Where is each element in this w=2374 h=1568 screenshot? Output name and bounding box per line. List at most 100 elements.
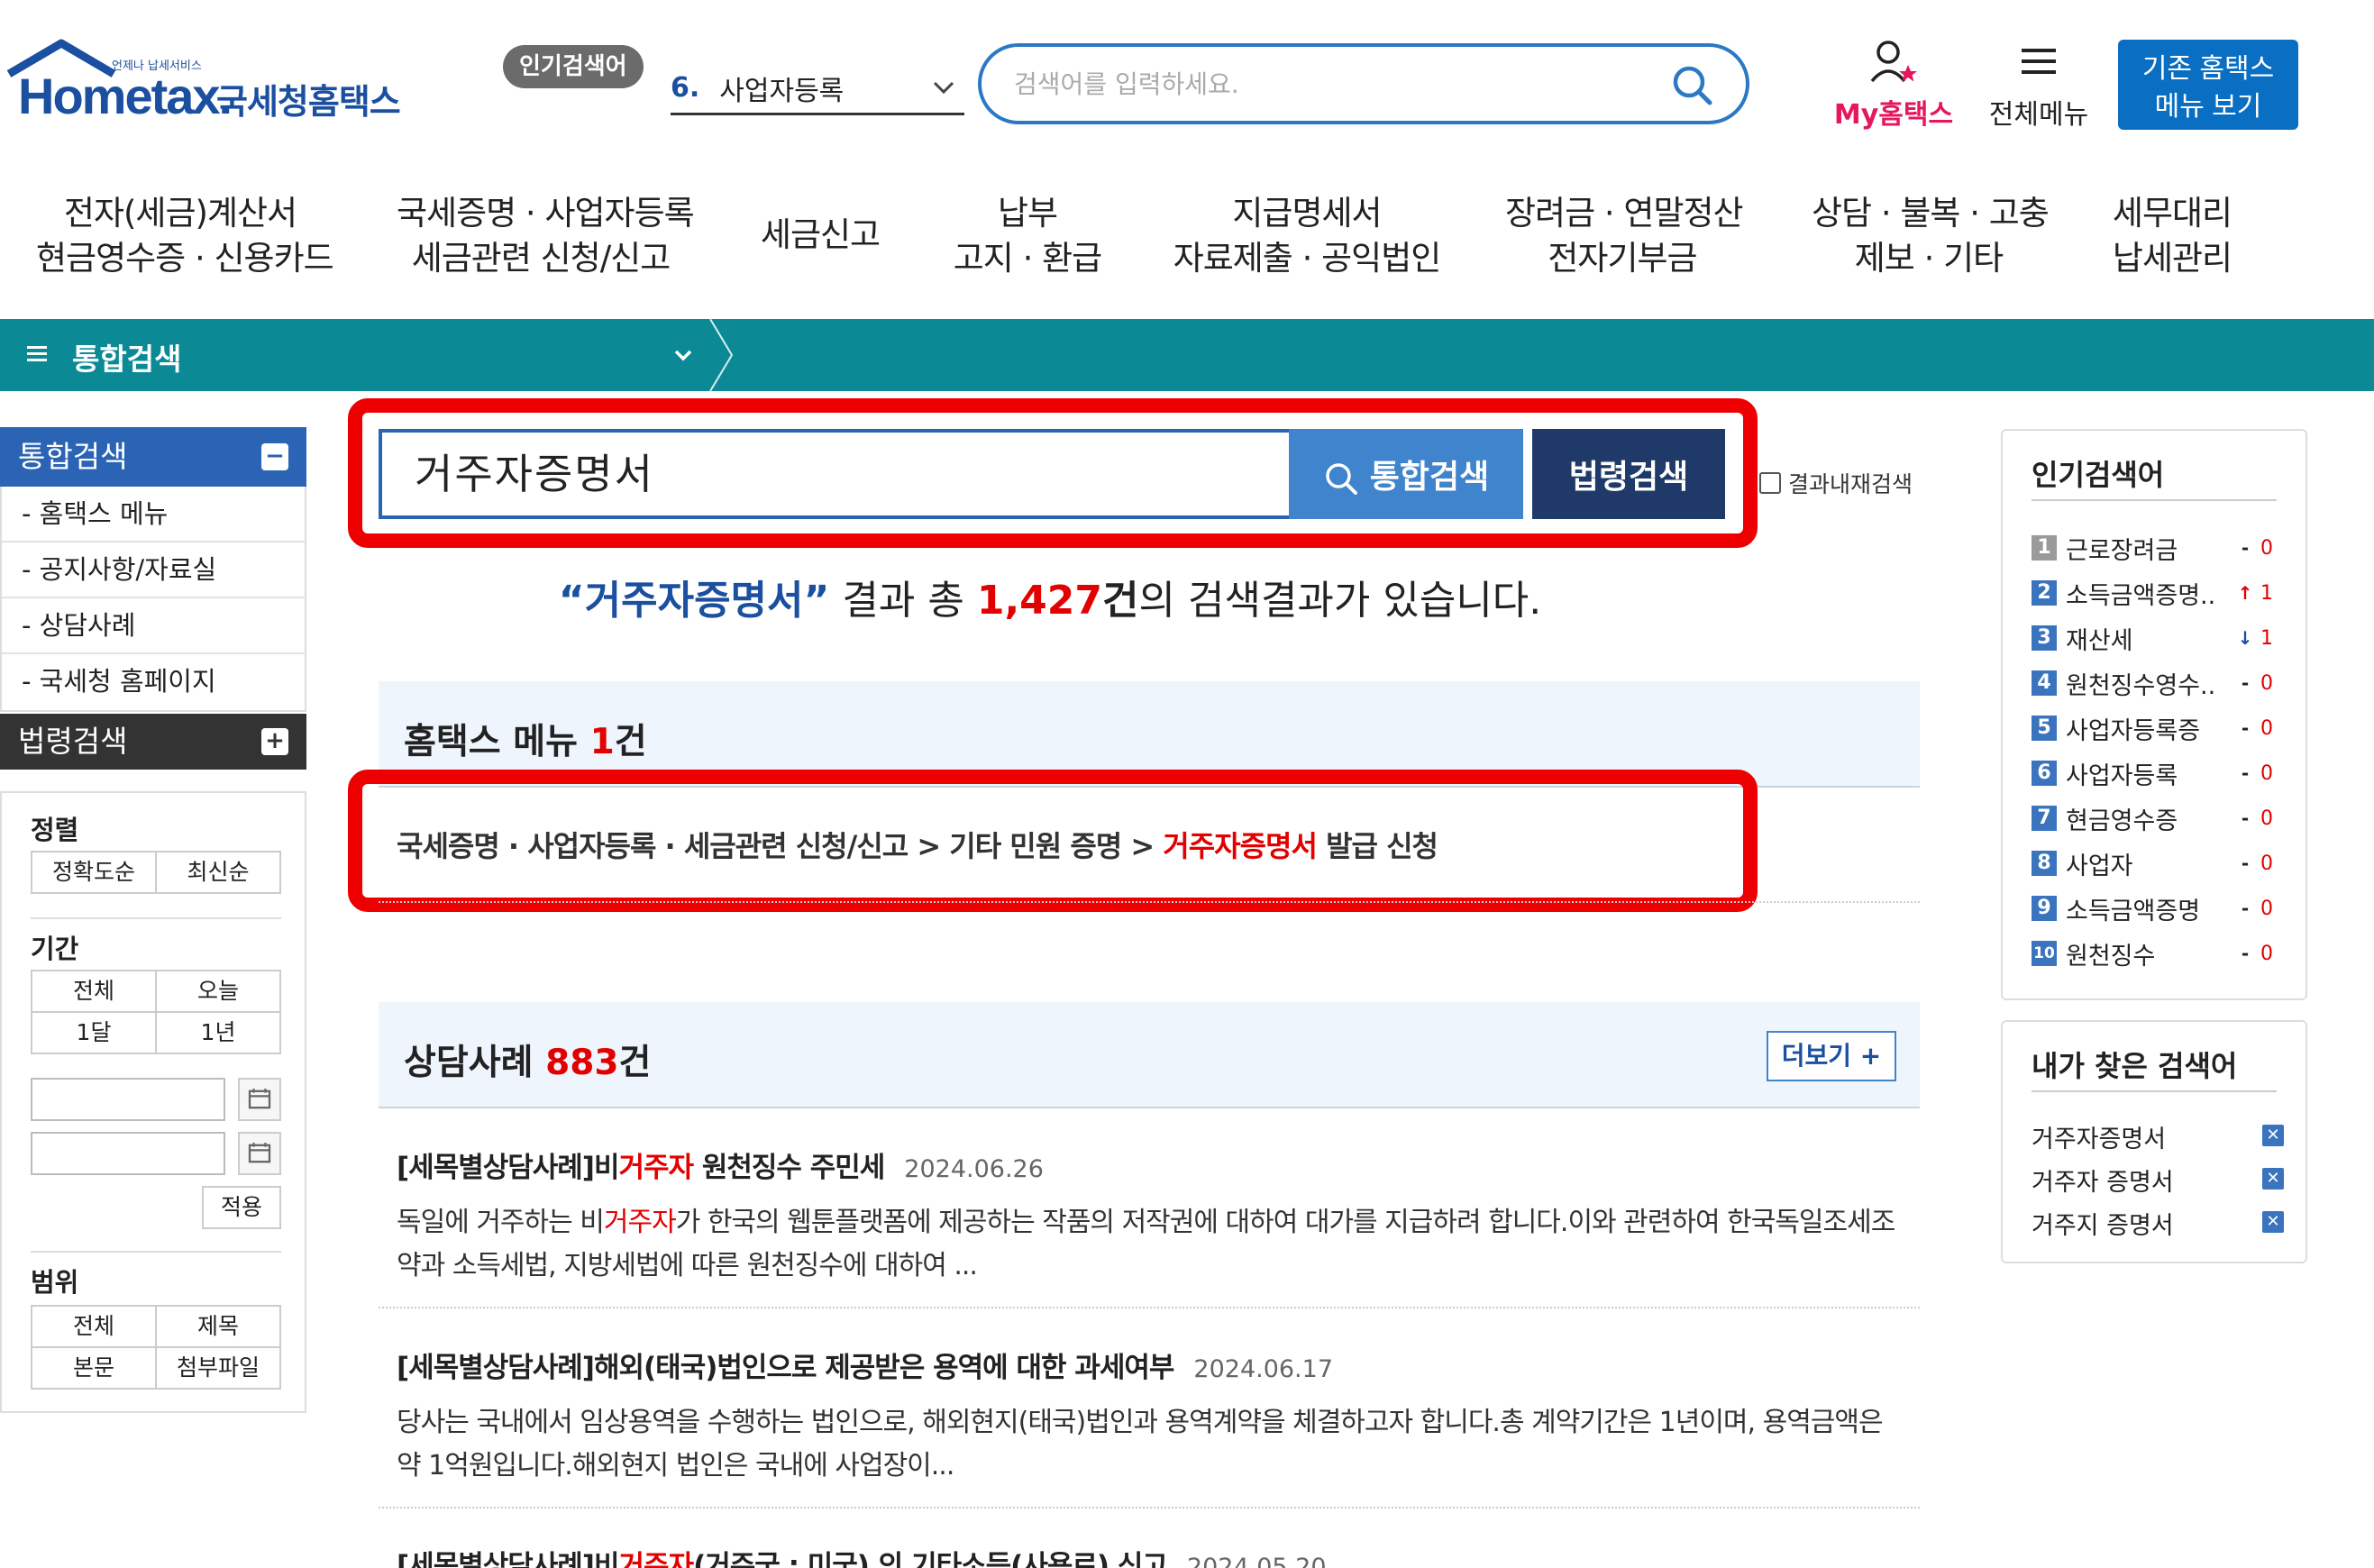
close-icon[interactable]: ✕: [2262, 1168, 2284, 1190]
case-title-text: [세목별상담사례]비: [397, 1550, 619, 1568]
nav-tax-agent[interactable]: 세무대리 납세관리: [2100, 191, 2244, 281]
popular-keyword-item[interactable]: 8 사업자 -0: [2032, 845, 2293, 881]
popular-keyword-text: 소득금액증명: [2066, 897, 2201, 925]
sidebar-integrated-search[interactable]: 통합검색 −: [0, 427, 306, 487]
sidebar-item-notice[interactable]: - 공지사항/자료실: [2, 542, 305, 598]
calendar-icon[interactable]: [238, 1078, 281, 1121]
sort-accuracy-button[interactable]: 정확도순: [31, 851, 157, 894]
chevron-down-icon[interactable]: [671, 342, 696, 368]
popular-keyword-item[interactable]: 6 사업자등록 -0: [2032, 755, 2293, 791]
all-menu-button[interactable]: 전체메뉴: [1976, 40, 2102, 132]
menu-icon[interactable]: [27, 344, 47, 364]
case-title-highlight: 거주자: [618, 1550, 695, 1568]
rank-number: 2: [2032, 580, 2057, 606]
integrated-search-button[interactable]: 통합검색: [1289, 429, 1523, 519]
menu-result-link[interactable]: 국세증명 · 사업자등록 · 세금관련 신청/신고 > 기타 민원 증명 > 거…: [397, 824, 1438, 865]
result-unit: 건: [1102, 578, 1139, 624]
popular-keyword-item[interactable]: 10 원천징수 -0: [2032, 935, 2293, 971]
popular-keywords-panel: 인기검색어 1 근로장려금 -0 2 소득금액증명.. ↑ 1 3 재산세 ↓ 1 4 원천징수영수..…: [2001, 429, 2307, 1000]
list-item[interactable]: 거주지 증명서 ✕: [2032, 1206, 2284, 1242]
case-title-link[interactable]: [세목별상담사례]비거주자 원천징수 주민세 2024.06.26: [379, 1144, 1920, 1185]
search-within-results-checkbox[interactable]: 결과내재검색: [1759, 467, 1913, 499]
main-search-input[interactable]: 거주자증명서: [379, 429, 1289, 519]
popular-search-select[interactable]: 6. 사업자등록: [671, 63, 964, 115]
nav-label-line1: 납부: [997, 194, 1058, 232]
popular-keyword-text: 사업자등록: [2066, 761, 2178, 790]
popular-keyword-item[interactable]: 2 소득금액증명.. ↑ 1: [2032, 575, 2293, 611]
case-title-link[interactable]: [세목별상담사례]비거주자(거주국 : 미국) 의 기타소득(사용료) 신고 20…: [379, 1543, 1920, 1568]
apply-button[interactable]: 적용: [202, 1186, 281, 1229]
old-menu-view-button[interactable]: 기존 홈택스 메뉴 보기: [2118, 40, 2298, 130]
calendar-icon[interactable]: [238, 1132, 281, 1175]
popular-keyword-item[interactable]: 7 현금영수증 -0: [2032, 800, 2293, 836]
breadcrumb-title[interactable]: 통합검색: [72, 335, 181, 378]
start-date-input[interactable]: [31, 1078, 225, 1121]
nav-incentive[interactable]: 장려금 · 연말정산 전자기부금: [1505, 191, 1744, 281]
sidebar-item-hometax-menu[interactable]: - 홈택스 메뉴: [2, 487, 305, 542]
popular-keyword-item[interactable]: 4 원천징수영수.. -0: [2032, 665, 2293, 701]
rank-number: 3: [2032, 625, 2057, 651]
close-icon[interactable]: ✕: [2262, 1211, 2284, 1233]
case-date: 2024.06.26: [904, 1155, 1044, 1183]
case-body-highlight: 거주자: [603, 1207, 677, 1238]
divider: [31, 1251, 281, 1253]
rank-change: 0: [2260, 852, 2273, 875]
sidebar-section-label: 통합검색: [18, 439, 128, 474]
list-item[interactable]: 거주자 증명서 ✕: [2032, 1162, 2284, 1199]
period-all-button[interactable]: 전체: [31, 970, 157, 1013]
sidebar-item-nts-homepage[interactable]: - 국세청 홈페이지: [2, 654, 305, 710]
nav-payment[interactable]: 납부 고지 · 환급: [946, 191, 1109, 281]
law-search-button[interactable]: 법령검색: [1532, 429, 1725, 519]
period-year-button[interactable]: 1년: [155, 1011, 281, 1054]
menu-path-highlight: 거주자증명서: [1163, 829, 1318, 863]
nav-consultation[interactable]: 상담 · 불복 · 고충 제보 · 기타: [1812, 191, 2050, 281]
menu-path-text: 발급 신청: [1316, 829, 1438, 863]
more-button[interactable]: 더보기 +: [1767, 1031, 1896, 1081]
header-search-input[interactable]: [1014, 61, 1645, 106]
panel-title: 내가 찾은 검색어: [2032, 1049, 2238, 1083]
section-title: 상담사례 883건: [404, 1035, 651, 1085]
checkbox-box[interactable]: [1759, 472, 1781, 494]
scope-body-button[interactable]: 본문: [31, 1346, 157, 1390]
end-date-input[interactable]: [31, 1132, 225, 1175]
search-icon[interactable]: [1670, 63, 1713, 106]
scope-attachment-button[interactable]: 첨부파일: [155, 1346, 281, 1390]
logo-wordmark: Hometax.: [18, 68, 233, 124]
all-menu-label: 전체메뉴: [1988, 99, 2089, 131]
divider: [2032, 499, 2277, 501]
nav-label-line1: 상담 · 불복 · 고충: [1812, 194, 2050, 232]
period-month-button[interactable]: 1달: [31, 1011, 157, 1054]
hometax-logo[interactable]: 언제나 납세서비스 Hometax. 국세청홈택스: [5, 38, 401, 128]
nav-e-invoice[interactable]: 전자(세금)계산서 현금영수증 · 신용카드: [36, 191, 334, 281]
nav-certificates[interactable]: 국세증명 · 사업자등록 세금관련 신청/신고: [397, 191, 695, 281]
nav-payment-statement[interactable]: 지급명세서 자료제출 · 공익법인: [1172, 191, 1442, 281]
list-item[interactable]: 거주자증명서 ✕: [2032, 1119, 2284, 1155]
sidebar-law-search[interactable]: 법령검색 +: [0, 714, 306, 770]
popular-keyword-item[interactable]: 1 근로장려금 -0: [2032, 530, 2293, 566]
search-icon: [1326, 463, 1357, 496]
header-search-box: [978, 43, 1749, 124]
dash-icon: -: [2241, 943, 2250, 964]
scope-title-button[interactable]: 제목: [155, 1305, 281, 1348]
popular-keyword-item[interactable]: 5 사업자등록증 -0: [2032, 710, 2293, 746]
close-icon[interactable]: ✕: [2262, 1125, 2284, 1146]
sort-latest-button[interactable]: 최신순: [155, 851, 281, 894]
expand-icon[interactable]: +: [261, 728, 288, 755]
dash-icon: -: [2241, 537, 2250, 559]
breadcrumb-bar: 통합검색: [0, 319, 2374, 391]
section-count: 1: [589, 722, 615, 762]
rank-change: 0: [2260, 897, 2273, 920]
rank-number: 6: [2032, 761, 2057, 786]
case-title-link[interactable]: [세목별상담사례]해외(태국)법인으로 제공받은 용역에 대한 과세여부 2024…: [379, 1345, 1920, 1385]
scope-all-button[interactable]: 전체: [31, 1305, 157, 1348]
dash-icon: -: [2241, 672, 2250, 694]
my-hometax-link[interactable]: My홈택스: [1826, 40, 1961, 132]
collapse-icon[interactable]: −: [261, 443, 288, 470]
sidebar-item-consultation[interactable]: - 상담사례: [2, 598, 305, 654]
nav-label-line1: 지급명세서: [1232, 194, 1382, 232]
popular-keyword-item[interactable]: 3 재산세 ↓ 1: [2032, 620, 2293, 656]
popular-keyword-item[interactable]: 9 소득금액증명 -0: [2032, 890, 2293, 926]
nav-tax-filing[interactable]: 세금신고: [748, 213, 892, 258]
period-today-button[interactable]: 오늘: [155, 970, 281, 1013]
popular-keyword-text: 원천징수영수..: [2066, 671, 2216, 700]
